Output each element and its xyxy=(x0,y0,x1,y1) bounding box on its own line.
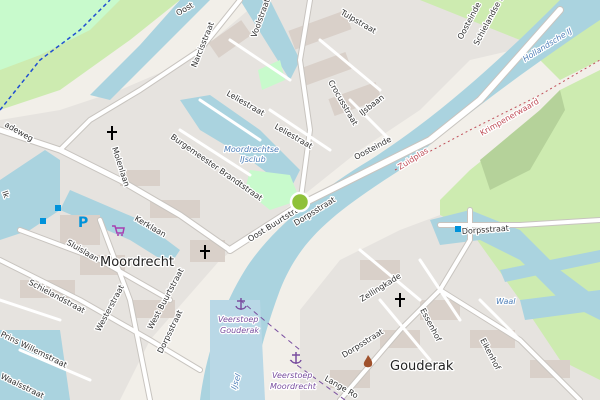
poi-label-veerstoep-gouderak-1: Veerstoep xyxy=(218,315,258,324)
place-label-moordrecht[interactable]: Moordrecht xyxy=(99,254,176,272)
poi-label-ijsclub-line1: Moordrechtse xyxy=(224,145,279,154)
poi-label-veerstoep-moordrecht-1: Veerstoep xyxy=(272,371,312,380)
location-marker-icon[interactable] xyxy=(289,191,311,213)
poi-label-veerstoep-gouderak-2: Gouderak xyxy=(220,326,259,335)
parking-label: P xyxy=(78,215,88,231)
poi-label-ijsclub-line2: IJsclub xyxy=(240,155,266,164)
place-label-gouderak[interactable]: Gouderak xyxy=(389,358,455,376)
map-canvas[interactable]: Hollandsche IJ Waal Ijsel Zuidplas Krimp… xyxy=(0,0,600,400)
bus-stop-icon[interactable] xyxy=(40,218,46,224)
water-label-waal: Waal xyxy=(496,297,516,306)
bus-stop-icon[interactable] xyxy=(455,226,461,232)
poi-label-veerstoep-moordrecht-2: Moordrecht xyxy=(270,382,317,391)
parking-icon[interactable]: P xyxy=(78,215,88,231)
bus-stop-icon[interactable] xyxy=(55,205,61,211)
